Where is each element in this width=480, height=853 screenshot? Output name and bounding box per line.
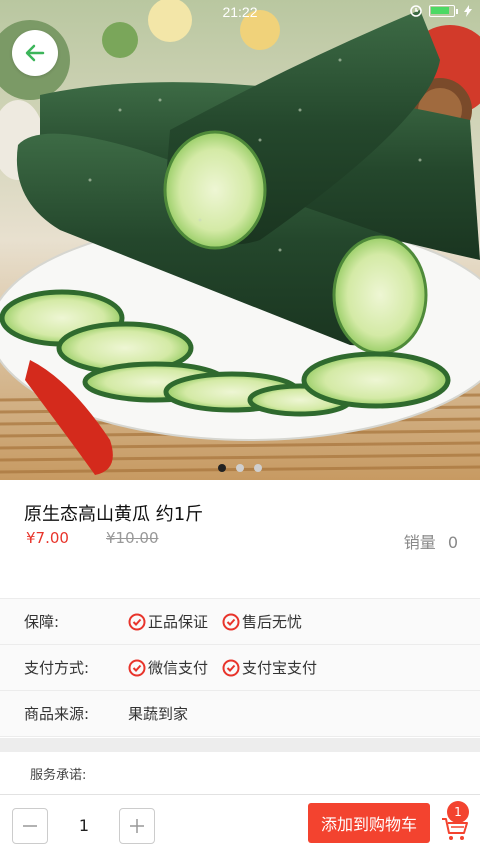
check-circle-icon: [128, 613, 146, 630]
sales-label: 销量: [403, 533, 436, 552]
status-icons: [409, 4, 472, 18]
check-circle-icon: [222, 613, 240, 630]
guarantee-tag: 售后无忧: [222, 611, 302, 632]
charging-icon: [464, 5, 472, 17]
carousel-indicator: [0, 464, 480, 472]
tag-text: 支付宝支付: [242, 659, 318, 677]
status-time: 21:22: [222, 4, 258, 20]
attribute-label: 保障:: [24, 613, 60, 631]
carousel-dot-2[interactable]: [236, 464, 244, 472]
source-value: 果蔬到家: [128, 705, 189, 723]
check-circle-icon: [128, 659, 146, 676]
back-button[interactable]: [12, 30, 58, 76]
guarantee-tag: 正品保证: [128, 611, 208, 632]
product-title: 原生态高山黄瓜 约1斤: [24, 504, 204, 525]
plus-icon: [130, 819, 144, 833]
quantity-increase-button[interactable]: [119, 808, 155, 844]
product-price: ¥7.00: [26, 529, 69, 547]
status-bar: 21:22: [0, 0, 480, 24]
service-promise-label: 服务承诺:: [30, 768, 87, 783]
back-arrow-icon: [25, 44, 45, 62]
carousel-dot-3[interactable]: [254, 464, 262, 472]
alarm-icon: [409, 4, 423, 18]
bottom-action-bar: 1 添加到购物车: [0, 794, 480, 853]
carousel-dot-1[interactable]: [218, 464, 226, 472]
product-info: 原生态高山黄瓜 约1斤 ¥7.00 ¥10.00 销量 0: [0, 480, 480, 598]
quantity-value[interactable]: 1: [60, 816, 108, 835]
attribute-row-source: 商品来源: 果蔬到家: [0, 691, 480, 737]
tag-text: 售后无忧: [242, 613, 303, 631]
cucumber-product-image: [0, 0, 480, 480]
tag-text: 正品保证: [148, 613, 209, 631]
attribute-row-payment: 支付方式: 微信支付 支付宝支付: [0, 645, 480, 691]
check-circle-icon: [222, 659, 240, 676]
payment-tag: 支付宝支付: [222, 657, 317, 678]
add-to-cart-button[interactable]: 添加到购物车: [308, 803, 430, 843]
attribute-label: 支付方式:: [24, 659, 90, 677]
minus-icon: [23, 825, 37, 827]
cart-count-badge: 1: [447, 801, 469, 823]
tag-text: 微信支付: [148, 659, 209, 677]
section-divider: [0, 738, 480, 752]
attribute-row-guarantee: 保障: 正品保证 售后无忧: [0, 599, 480, 645]
quantity-decrease-button[interactable]: [12, 808, 48, 844]
sales-count: 销量 0: [404, 529, 458, 553]
product-image-carousel[interactable]: 21:22: [0, 0, 480, 480]
product-original-price: ¥10.00: [106, 529, 159, 547]
attribute-label: 商品来源:: [24, 705, 90, 723]
product-attributes: 保障: 正品保证 售后无忧 支付方式: 微信支付 支付宝支付 商品来源: 果蔬到…: [0, 598, 480, 737]
payment-tag: 微信支付: [128, 657, 208, 678]
battery-tip: [456, 8, 458, 14]
battery-icon: [429, 5, 455, 17]
service-promise: 服务承诺:: [0, 752, 480, 794]
sales-value: 0: [447, 533, 458, 552]
